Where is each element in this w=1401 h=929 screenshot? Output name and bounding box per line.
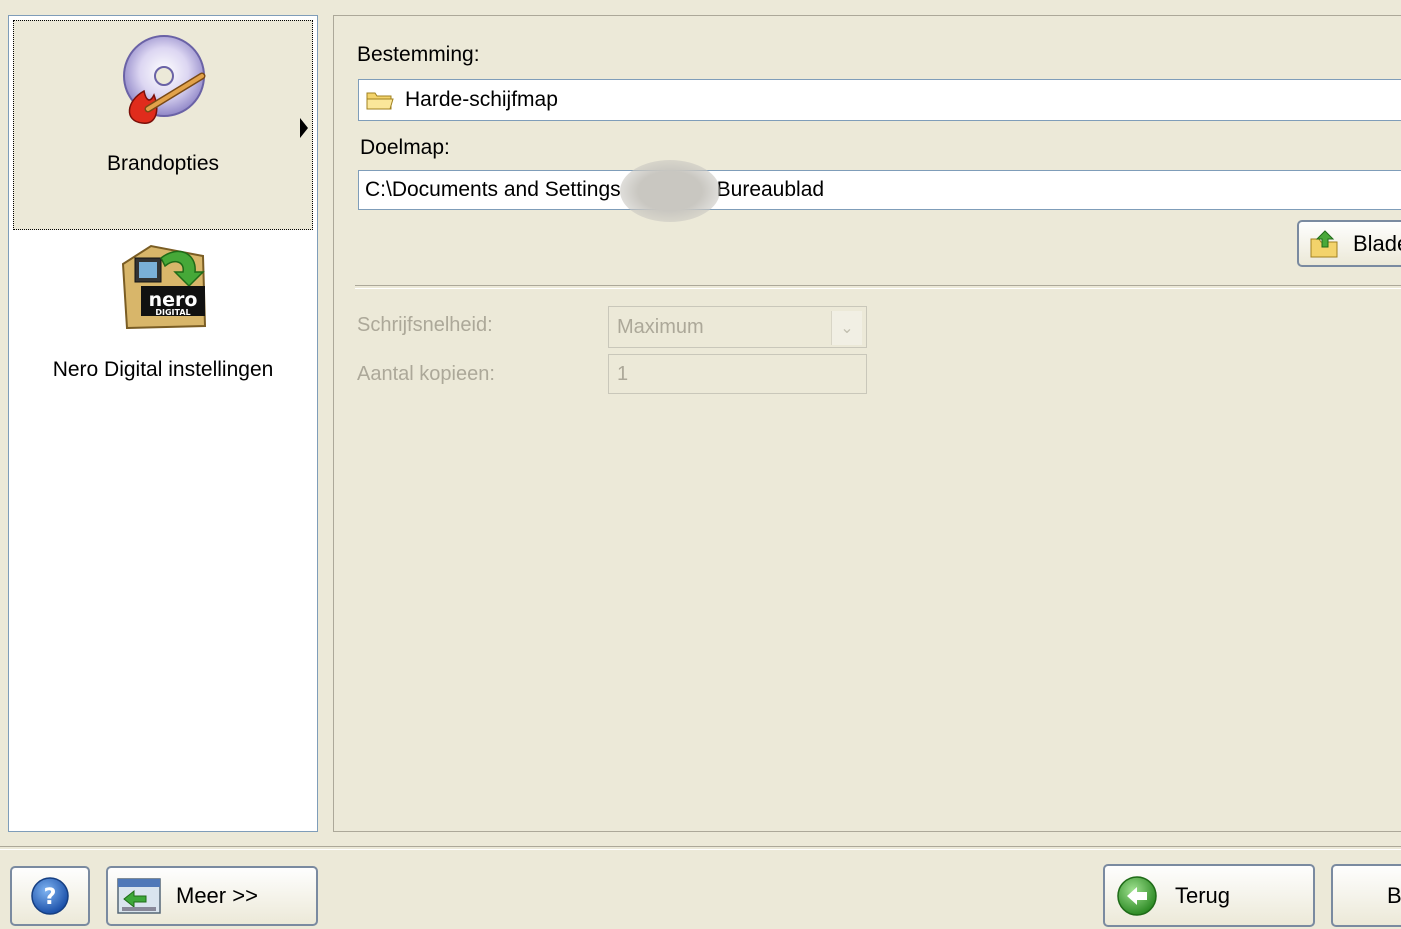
target-folder-path-prefix: C:\Documents and Settings	[365, 178, 621, 201]
nero-digital-icon: nero DIGITAL	[113, 236, 213, 336]
section-divider	[355, 285, 1401, 289]
browse-folder-icon	[1309, 229, 1341, 259]
sidebar-item-brandopties[interactable]: Brandopties	[13, 20, 313, 230]
selected-arrow-icon	[300, 118, 308, 138]
write-speed-label: Schrijfsnelheid:	[357, 314, 493, 336]
svg-text:DIGITAL: DIGITAL	[155, 308, 190, 317]
destination-label: Bestemming:	[357, 43, 480, 66]
sidebar-item-nero-digital[interactable]: nero DIGITAL Nero Digital instellingen	[13, 236, 313, 396]
browse-button-label: Blade	[1353, 230, 1401, 256]
help-button[interactable]: ?	[10, 866, 90, 926]
folder-icon	[365, 88, 395, 112]
footer-divider	[0, 846, 1401, 850]
copies-field[interactable]: 1	[608, 354, 867, 394]
back-button[interactable]: Terug	[1103, 864, 1315, 927]
destination-value: Harde-schijfmap	[405, 88, 558, 111]
target-folder-path-suffix: Bureaublad	[716, 178, 825, 201]
write-speed-value: Maximum	[617, 315, 704, 338]
sidebar-item-label: Nero Digital instellingen	[52, 358, 274, 381]
more-button-label: Meer >>	[176, 883, 258, 908]
destination-select[interactable]: Harde-schijfmap	[358, 79, 1401, 121]
help-icon: ?	[30, 876, 70, 916]
settings-panel	[333, 15, 1401, 832]
redaction-blur	[620, 160, 720, 222]
copies-label: Aantal kopieen:	[357, 363, 495, 385]
browse-button[interactable]: Blade	[1297, 220, 1401, 267]
back-arrow-icon	[1115, 874, 1159, 918]
burn-disc-icon	[114, 31, 214, 131]
more-button[interactable]: Meer >>	[106, 866, 318, 926]
next-button-label: B	[1387, 882, 1401, 908]
more-options-icon	[116, 875, 162, 917]
next-button[interactable]: B	[1331, 864, 1401, 927]
options-sidebar: Brandopties nero DIGITAL Nero Digital in…	[8, 15, 318, 832]
back-button-label: Terug	[1175, 882, 1231, 908]
target-folder-field[interactable]: C:\Documents and Settings Bureaublad	[358, 170, 1401, 210]
svg-text:?: ?	[44, 885, 57, 910]
copies-value: 1	[617, 362, 629, 385]
sidebar-item-label: Brandopties	[106, 152, 220, 175]
target-folder-label: Doelmap:	[360, 136, 450, 159]
write-speed-select[interactable]: Maximum ⌄	[608, 306, 867, 348]
chevron-down-icon: ⌄	[831, 311, 862, 345]
